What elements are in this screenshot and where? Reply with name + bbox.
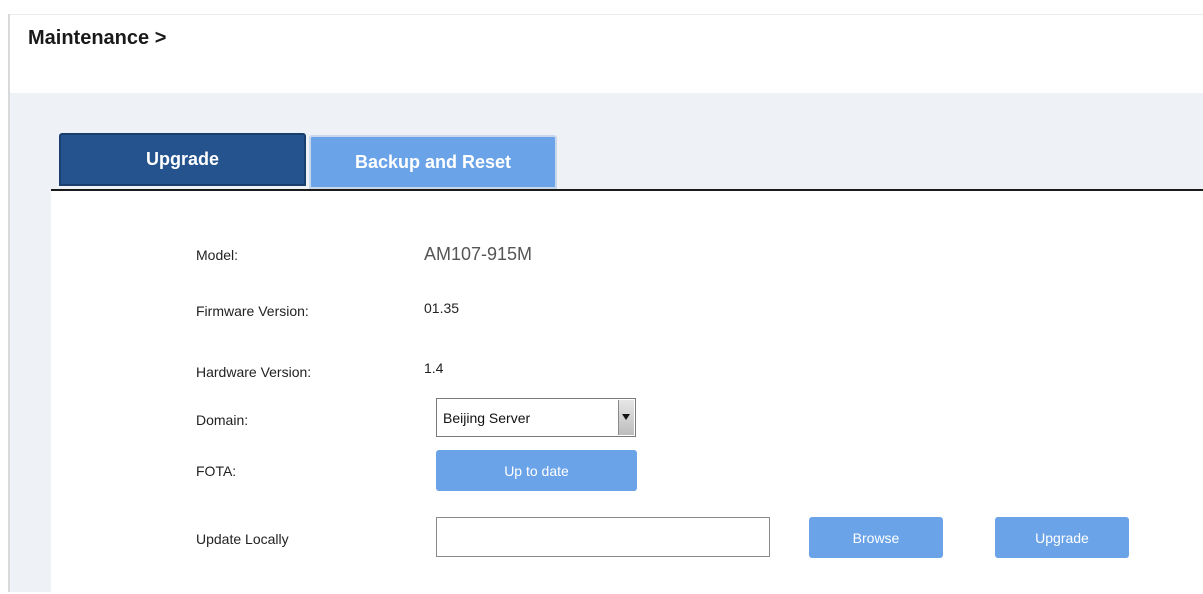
tab-backup-and-reset[interactable]: Backup and Reset bbox=[309, 135, 557, 189]
update-locally-label: Update Locally bbox=[196, 531, 289, 547]
browse-button[interactable]: Browse bbox=[809, 517, 943, 558]
model-value: AM107-915M bbox=[424, 244, 533, 264]
domain-select[interactable]: Beijing Server bbox=[436, 398, 636, 437]
breadcrumb: Maintenance > bbox=[28, 27, 167, 49]
hardware-version-label: Hardware Version: bbox=[196, 364, 312, 380]
page-header bbox=[10, 15, 1203, 93]
browse-button-label: Browse bbox=[852, 529, 900, 546]
fota-up-to-date-button[interactable]: Up to date bbox=[436, 450, 637, 491]
hardware-version-value: 1.4 bbox=[424, 360, 444, 376]
domain-selected-value: Beijing Server bbox=[443, 410, 531, 426]
tab-upgrade-label: Upgrade bbox=[145, 149, 219, 169]
tab-upgrade[interactable]: Upgrade bbox=[59, 133, 306, 186]
update-file-input[interactable] bbox=[436, 517, 770, 557]
chevron-down-icon[interactable] bbox=[618, 400, 634, 435]
upgrade-button[interactable]: Upgrade bbox=[995, 517, 1129, 558]
tab-backup-and-reset-label: Backup and Reset bbox=[354, 151, 512, 172]
fota-button-label: Up to date bbox=[504, 462, 569, 479]
domain-label: Domain: bbox=[196, 412, 249, 428]
model-label: Model: bbox=[196, 247, 239, 263]
firmware-version-label: Firmware Version: bbox=[196, 303, 309, 319]
upgrade-button-label: Upgrade bbox=[1035, 529, 1089, 546]
fota-label: FOTA: bbox=[196, 463, 237, 479]
firmware-version-value: 01.35 bbox=[424, 300, 460, 316]
